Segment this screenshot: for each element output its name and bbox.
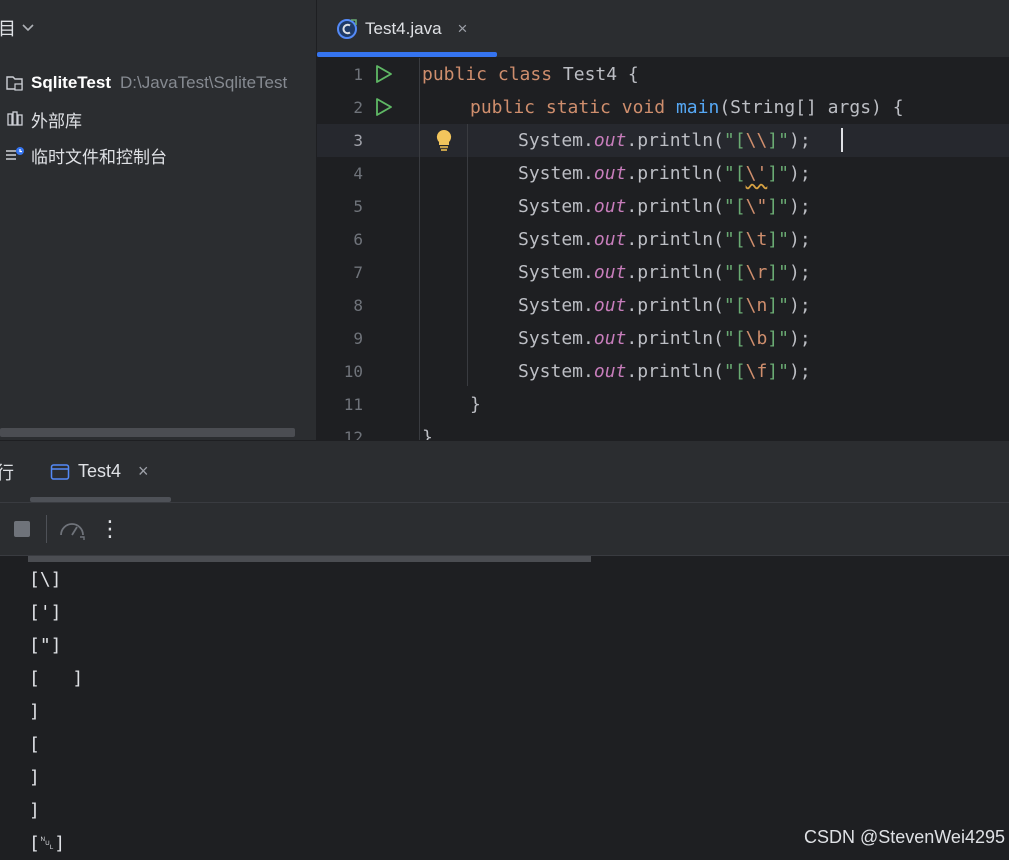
watermark: CSDN @StevenWei4295	[803, 827, 1005, 847]
active-run-tab-indicator	[30, 497, 171, 502]
code-line-10: System.out.println("[\f]");	[518, 361, 811, 382]
tree-item-project-root[interactable]: SqliteTest D:\JavaTest\SqliteTest	[4, 68, 287, 98]
console-line: ]	[29, 701, 40, 722]
lightbulb-icon[interactable]	[433, 128, 455, 152]
run-panel-title: 行	[0, 463, 14, 483]
code-line-11: }	[470, 394, 481, 415]
line-number: 6	[353, 230, 363, 249]
close-tab-icon[interactable]: ×	[458, 19, 468, 39]
ide-top-area: 目 SqliteTest D:\JavaTest\SqliteTest 外部库 …	[0, 0, 1009, 440]
java-class-icon	[336, 18, 358, 40]
line-number: 4	[353, 164, 363, 183]
tree-item-external-libraries[interactable]: 外部库	[4, 104, 82, 134]
code-line-4: System.out.println("[\']");	[518, 163, 811, 184]
line-number: 3	[353, 131, 363, 150]
tab-label: Test4.java	[365, 18, 442, 38]
editor-gutter: 1 2 3 4 5 6 7 8 9 10 11 12	[317, 58, 452, 440]
code-editor: Test4.java × 1 2 3 4 5 6 7 8 9 10 11 12	[317, 0, 1009, 440]
console-line: [']	[29, 602, 62, 623]
indent-guide	[467, 124, 468, 386]
stop-icon[interactable]	[12, 517, 32, 541]
indent-guide	[419, 58, 420, 440]
line-number: 11	[343, 395, 363, 414]
library-icon	[4, 110, 26, 128]
close-run-tab-icon[interactable]: ×	[138, 461, 149, 482]
run-class-icon[interactable]	[373, 64, 393, 84]
tree-item-scratches-and-consoles[interactable]: 临时文件和控制台	[4, 140, 167, 170]
code-line-6: System.out.println("[\t]");	[518, 229, 811, 250]
project-tool-window: 目 SqliteTest D:\JavaTest\SqliteTest 外部库 …	[0, 0, 317, 440]
console-line: ["]	[29, 635, 62, 656]
tree-item-label: 外部库	[31, 111, 82, 131]
line-number: 9	[353, 329, 363, 348]
toolbar-separator	[46, 515, 47, 543]
console-icon	[50, 463, 70, 481]
console-line: ]	[29, 800, 40, 821]
run-tab-label: Test4	[78, 461, 122, 481]
tab-test4-java[interactable]: Test4.java ×	[317, 0, 497, 57]
console-line: ]	[29, 767, 40, 788]
line-number: 7	[353, 263, 363, 282]
code-line-12: }	[422, 427, 433, 440]
tree-item-label: 临时文件和控制台	[31, 147, 167, 167]
code-line-9: System.out.println("[\b]");	[518, 328, 811, 349]
code-line-2: public static void main(String[] args) {	[470, 97, 904, 118]
line-number: 12	[343, 428, 363, 440]
console-line: [ ]	[29, 668, 84, 689]
active-tab-indicator	[317, 52, 497, 57]
console-scrollbar[interactable]	[28, 556, 591, 562]
profiler-gauge-icon[interactable]	[58, 517, 86, 541]
text-caret	[841, 128, 843, 152]
more-options-icon[interactable]: ⋮	[99, 516, 121, 541]
project-panel-header[interactable]: 目	[0, 10, 34, 46]
run-main-icon[interactable]	[373, 97, 393, 117]
line-number: 1	[353, 65, 363, 84]
project-name: SqliteTest	[31, 73, 111, 92]
redundant-escape-warning[interactable]: \'	[746, 163, 768, 184]
console-line: [␀]	[29, 833, 66, 854]
project-path: D:\JavaTest\SqliteTest	[119, 73, 288, 92]
project-panel-title: 目	[0, 15, 16, 41]
run-tab-test4[interactable]: Test4 ×	[30, 441, 171, 502]
line-number: 5	[353, 197, 363, 216]
scratches-icon	[4, 146, 26, 164]
chevron-down-icon[interactable]	[22, 21, 34, 35]
code-line-3: System.out.println("[\\]");	[518, 130, 811, 151]
console-output[interactable]: [\] ['] ["] [ ] ] [ ] ] [␀]	[0, 556, 1009, 856]
console-line: [\]	[29, 569, 62, 590]
code-line-8: System.out.println("[\n]");	[518, 295, 811, 316]
run-tab-bar: 行 Test4 ×	[0, 441, 1009, 503]
run-toolbar: ⋮	[0, 503, 1009, 556]
run-tool-window: 行 Test4 × ⋮ [\] ['] ["] [ ] ] [ ] ] [␀] …	[0, 441, 1009, 856]
console-line: [	[29, 734, 40, 755]
code-line-1: public class Test4 {	[422, 64, 639, 85]
line-number: 8	[353, 296, 363, 315]
line-number: 2	[353, 98, 363, 117]
horizontal-scrollbar[interactable]	[0, 428, 295, 437]
code-line-5: System.out.println("[\"]");	[518, 196, 811, 217]
code-line-7: System.out.println("[\r]");	[518, 262, 811, 283]
line-number: 10	[343, 362, 363, 381]
module-folder-icon	[4, 74, 26, 92]
editor-tab-bar: Test4.java ×	[317, 0, 1009, 58]
